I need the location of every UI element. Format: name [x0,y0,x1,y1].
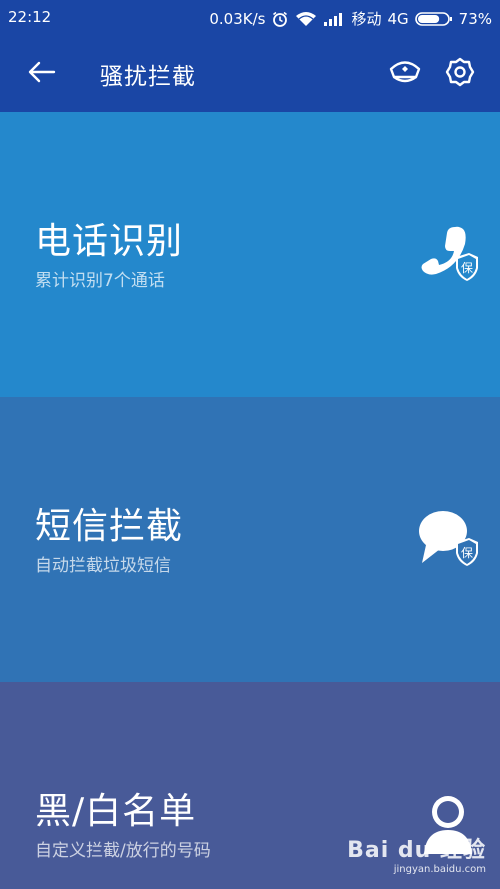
card-title: 短信拦截 [35,506,184,547]
card-subtitle: 累计识别7个通话 [35,271,165,291]
status-network: 4G [387,9,409,28]
alarm-icon [271,10,289,28]
call-identification-card[interactable]: 电话识别 累计识别7个通话 保 [0,112,500,397]
status-speed: 0.03K/s [209,9,266,28]
status-time: 22:12 [8,8,52,26]
sms-interception-card[interactable]: 短信拦截 自动拦截垃圾短信 保 [0,397,500,682]
screen: 22:12 0.03K/s 移动 4G 73% 骚扰拦截 电话识别 累计识别7个… [0,0,500,889]
back-button[interactable] [22,55,60,93]
back-arrow-icon [26,60,56,88]
card-subtitle: 自定义拦截/放行的号码 [35,841,211,861]
card-badge: 保 [461,261,473,275]
card-title: 黑/白名单 [35,791,197,832]
watermark: Bai du 经验 jingyan.baidu.com [347,832,486,875]
watermark-url: jingyan.baidu.com [393,864,486,875]
status-right: 0.03K/s 移动 4G 73% [209,8,492,29]
intercept-records-button[interactable] [386,55,424,93]
settings-icon [444,56,476,92]
phone-shield-icon: 保 [418,224,478,284]
status-battery: 73% [458,9,492,28]
battery-icon [414,11,453,27]
card-title: 电话识别 [35,221,184,262]
message-shield-icon: 保 [418,509,478,569]
status-bar: 22:12 0.03K/s 移动 4G 73% [0,0,500,35]
card-badge: 保 [461,546,473,560]
signal-icon [323,11,345,27]
wifi-icon [295,11,317,27]
app-bar: 骚扰拦截 [0,35,500,112]
police-cap-icon [388,57,422,91]
card-subtitle: 自动拦截垃圾短信 [35,556,171,576]
status-carrier: 移动 [351,10,382,28]
settings-button[interactable] [441,55,479,93]
watermark-logo: Bai du 经验 [347,838,486,863]
page-title: 骚扰拦截 [100,64,196,90]
